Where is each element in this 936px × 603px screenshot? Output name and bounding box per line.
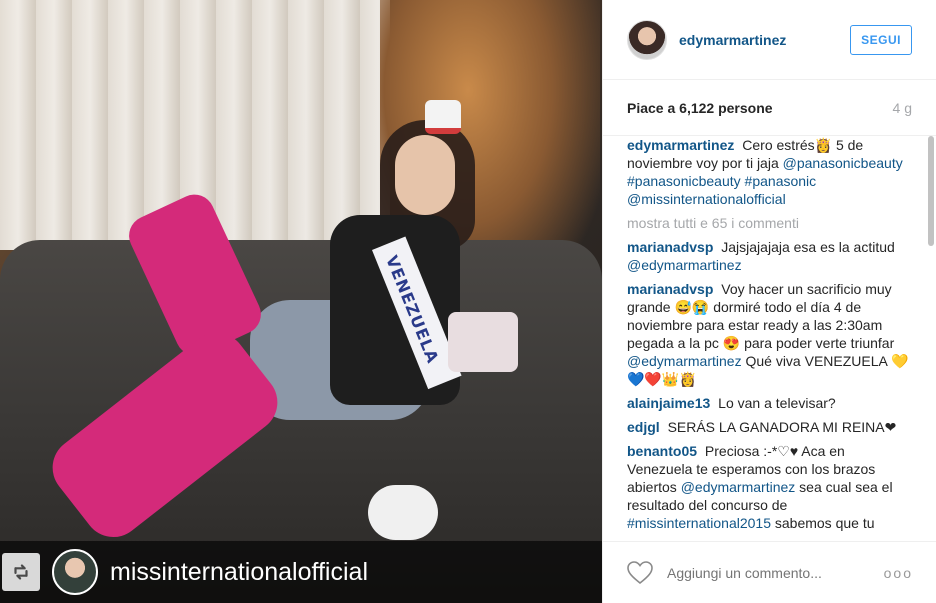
more-options-icon[interactable]: ooo — [884, 565, 913, 581]
header-username[interactable]: edymarmartinez — [679, 32, 850, 48]
comment-mention[interactable]: @edymarmartinez — [627, 257, 742, 273]
massage-device — [368, 485, 438, 540]
caption-tag[interactable]: #panasonicbeauty — [627, 173, 741, 189]
comment-username[interactable]: edjgl — [627, 419, 660, 435]
comment-text-end: sabemos que tu — [774, 515, 875, 531]
comment-item: benanto05 Preciosa :-*♡♥ Aca en Venezuel… — [627, 442, 913, 532]
comment-username[interactable]: marianadvsp — [627, 239, 713, 255]
comment-text: Jajsjajajaja esa es la actitud — [721, 239, 895, 255]
comment-item: edjgl SERÁS LA GANADORA MI REINA❤ — [627, 418, 913, 436]
comment-hashtag[interactable]: #missinternational2015 — [627, 515, 771, 531]
caption-tag[interactable]: @panasonicbeauty — [783, 155, 903, 171]
repost-icon — [2, 553, 40, 591]
comments-scrollbar[interactable] — [928, 136, 934, 246]
caption-tag[interactable]: @missinternationalofficial — [627, 191, 786, 207]
post-meta: Piace a 6,122 persone 4 g — [603, 80, 936, 136]
repost-avatar — [52, 549, 98, 595]
comment-mention[interactable]: @edymarmartinez — [627, 353, 742, 369]
comment-username[interactable]: alainjaime13 — [627, 395, 710, 411]
repost-bar: missinternationalofficial — [0, 541, 602, 603]
post-photo[interactable]: VENEZUELA missinternationalofficial — [0, 0, 602, 603]
caption-username[interactable]: edymarmartinez — [627, 137, 734, 153]
comment-mention[interactable]: @edymarmartinez — [681, 479, 796, 495]
caption: edymarmartinez Cero estrés👸 5 de noviemb… — [627, 136, 913, 208]
caption-tag[interactable]: #panasonic — [745, 173, 817, 189]
post-sidebar: edymarmartinez SEGUI Piace a 6,122 perso… — [602, 0, 936, 603]
comment-text: Lo van a televisar? — [718, 395, 836, 411]
face — [395, 135, 455, 215]
heart-icon[interactable] — [627, 560, 653, 585]
head-device — [425, 100, 461, 134]
comment-input[interactable] — [667, 564, 884, 581]
post-time[interactable]: 4 g — [893, 100, 912, 116]
comments-list[interactable]: edymarmartinez Cero estrés👸 5 de noviemb… — [603, 136, 936, 540]
instagram-post: VENEZUELA missinternationalofficial edym… — [0, 0, 936, 603]
comment-username[interactable]: benanto05 — [627, 443, 697, 459]
comment-item: marianadvsp Jajsjajajaja esa es la actit… — [627, 238, 913, 274]
follow-button[interactable]: SEGUI — [850, 24, 912, 55]
comment-item: marianadvsp Voy hacer un sacrificio muy … — [627, 280, 913, 388]
post-header: edymarmartinez SEGUI — [603, 0, 936, 80]
pillow — [448, 312, 518, 372]
comment-username[interactable]: marianadvsp — [627, 281, 713, 297]
likes-count[interactable]: Piace a 6,122 persone — [627, 100, 773, 116]
avatar[interactable] — [627, 19, 667, 60]
show-all-comments[interactable]: mostra tutti e 65 i commenti — [627, 214, 913, 232]
comment-footer: ooo — [603, 541, 936, 603]
comment-item: alainjaime13 Lo van a televisar? — [627, 394, 913, 412]
repost-username: missinternationalofficial — [110, 557, 368, 586]
comment-text: SERÁS LA GANADORA MI REINA❤ — [667, 419, 897, 435]
